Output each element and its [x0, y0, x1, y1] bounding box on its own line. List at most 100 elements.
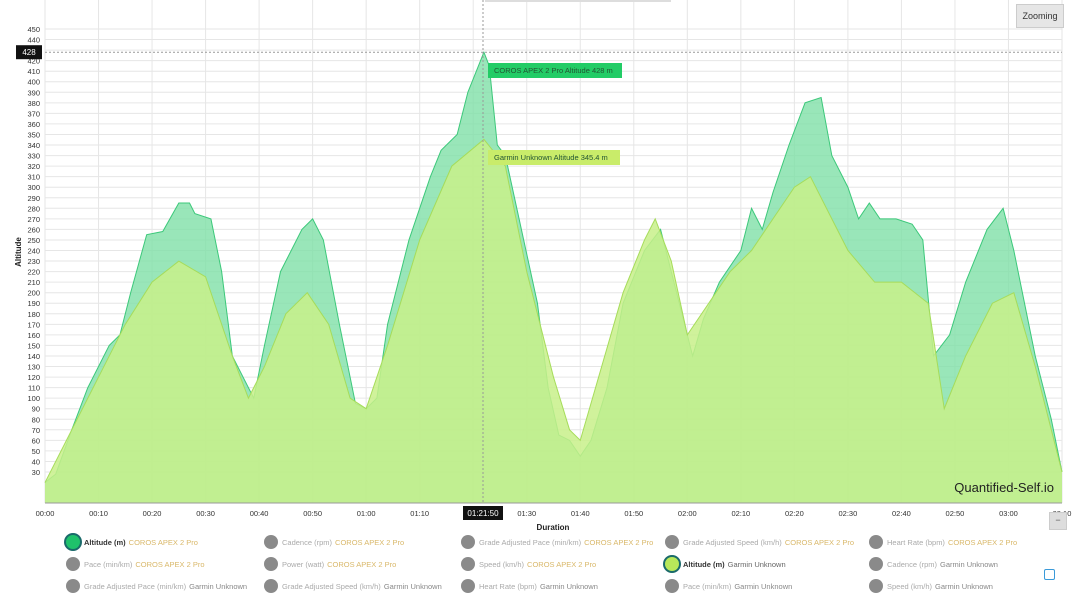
legend-metric: Heart Rate (bpm)	[479, 581, 537, 591]
y-tick-label: 340	[27, 141, 40, 150]
legend-metric: Power (watt)	[282, 559, 325, 569]
y-tick-label: 380	[27, 99, 40, 108]
legend-toggle-icon[interactable]	[665, 579, 679, 593]
watermark: Quantified-Self.io	[954, 480, 1054, 495]
y-tick-label: 290	[27, 194, 40, 203]
legend-item[interactable]: Speed (km/h) Garmin Unknown	[869, 578, 1069, 594]
y-tick-label: 310	[27, 173, 40, 182]
legend-item[interactable]: Grade Adjusted Pace (min/km) COROS APEX 2…	[461, 534, 665, 550]
y-tick-label: 150	[27, 341, 40, 350]
legend-item[interactable]: Grade Adjusted Pace (min/km) Garmin Unkno…	[66, 578, 264, 594]
y-tick-label: 360	[27, 120, 40, 129]
legend-toggle-icon[interactable]	[264, 579, 278, 593]
legend-device: COROS APEX 2 Pro	[527, 559, 597, 569]
legend-toggle-icon[interactable]	[66, 535, 80, 549]
legend: Altitude (m) COROS APEX 2 Pro Cadence (rpm…	[66, 534, 1069, 594]
legend-metric: Altitude (m)	[84, 537, 126, 547]
legend-device: Garmin Unknown	[539, 581, 598, 591]
legend-metric: Cadence (rpm)	[887, 559, 938, 569]
y-tick-label: 300	[27, 183, 40, 192]
y-tick-label: 280	[27, 204, 40, 213]
legend-toggle-icon[interactable]	[869, 535, 883, 549]
legend-metric: Grade Adjusted Speed (km/h)	[683, 537, 782, 547]
legend-item[interactable]: Grade Adjusted Speed (km/h) Garmin Unknow…	[264, 578, 461, 594]
zooming-button[interactable]: Zooming	[1016, 4, 1064, 28]
legend-metric: Altitude (m)	[683, 559, 725, 569]
legend-toggle-icon[interactable]	[66, 579, 80, 593]
y-tick-label: 190	[27, 299, 40, 308]
x-tick-label: 02:30	[839, 509, 858, 518]
legend-toggle-icon[interactable]	[66, 557, 80, 571]
y-tick-label: 350	[27, 130, 40, 139]
y-tick-label: 180	[27, 310, 40, 319]
legend-item[interactable]: Cadence (rpm) Garmin Unknown	[869, 556, 1069, 572]
legend-device: COROS APEX 2 Pro	[947, 537, 1018, 547]
y-tick-label: 100	[27, 394, 40, 403]
legend-item[interactable]: Altitude (m) Garmin Unknown	[665, 556, 869, 572]
y-tick-label: 50	[32, 447, 40, 456]
x-tick-label: 02:00	[678, 509, 697, 518]
x-tick-label: 03:00	[999, 509, 1018, 518]
legend-metric: Cadence (rpm)	[282, 537, 333, 547]
y-tick-label: 250	[27, 236, 40, 245]
legend-metric: Grade Adjusted Pace (min/km)	[479, 537, 582, 547]
legend-toggle-icon[interactable]	[264, 535, 278, 549]
y-tick-label: 160	[27, 331, 40, 340]
y-tick-label: 210	[27, 278, 40, 287]
x-tick-label: 00:40	[250, 509, 269, 518]
tooltip-text: COROS APEX 2 Pro Altitude 428 m	[494, 66, 613, 75]
y-tick-label: 440	[27, 36, 40, 45]
x-axis-title: Duration	[537, 523, 570, 530]
x-tick-label: 01:30	[517, 509, 536, 518]
y-tick-label: 260	[27, 225, 40, 234]
legend-toggle-icon[interactable]	[461, 579, 475, 593]
legend-device: COROS APEX 2 Pro	[784, 537, 855, 547]
x-tick-label: 00:20	[143, 509, 162, 518]
legend-item[interactable]: Altitude (m) COROS APEX 2 Pro	[66, 534, 264, 550]
legend-metric: Speed (km/h)	[479, 559, 525, 569]
y-tick-label: 140	[27, 352, 40, 361]
legend-metric: Speed (km/h)	[887, 581, 933, 591]
y-tick-label: 30	[32, 468, 40, 477]
legend-metric: Grade Adjusted Pace (min/km)	[84, 581, 187, 591]
reset-zoom-button[interactable]: −	[1049, 512, 1067, 530]
legend-device: Garmin Unknown	[383, 581, 442, 591]
y-tick-label: 60	[32, 436, 40, 445]
y-axis-title: Altitude	[14, 237, 23, 267]
y-tick-label: 90	[32, 405, 40, 414]
legend-device: Garmin Unknown	[935, 581, 993, 591]
altitude-chart[interactable]: 30 4050 6070 8090 100110 120130 140 150160 17018…	[0, 0, 1080, 530]
legend-metric: Heart Rate (bpm)	[887, 537, 945, 547]
x-tick-label: 02:40	[892, 509, 911, 518]
y-tick-label: 450	[27, 25, 40, 34]
y-tick-label: 270	[27, 215, 40, 224]
legend-toggle-icon[interactable]	[869, 579, 883, 593]
legend-item[interactable]: Heart Rate (bpm) COROS APEX 2 Pro	[869, 534, 1069, 550]
legend-device: COROS APEX 2 Pro	[327, 559, 397, 569]
legend-toggle-icon[interactable]	[869, 557, 883, 571]
legend-toggle-icon[interactable]	[461, 557, 475, 571]
y-tick-label: 120	[27, 373, 40, 382]
legend-toggle-icon[interactable]	[264, 557, 278, 571]
legend-item[interactable]: Pace (min/km) COROS APEX 2 Pro	[66, 556, 264, 572]
legend-device: COROS APEX 2 Pro	[135, 559, 205, 569]
legend-item[interactable]: Grade Adjusted Speed (km/h) COROS APEX 2 …	[665, 534, 869, 550]
legend-device: COROS APEX 2 Pro	[128, 537, 198, 547]
x-tick-label: 00:10	[89, 509, 108, 518]
legend-item[interactable]: Heart Rate (bpm) Garmin Unknown	[461, 578, 665, 594]
legend-item[interactable]: Power (watt) COROS APEX 2 Pro	[264, 556, 461, 572]
legend-metric: Grade Adjusted Speed (km/h)	[282, 581, 381, 591]
series-area-garmin	[45, 139, 1062, 503]
settings-icon[interactable]	[1044, 569, 1055, 580]
legend-toggle-icon[interactable]	[461, 535, 475, 549]
y-tick-label: 170	[27, 320, 40, 329]
y-tick-label: 110	[28, 384, 40, 393]
legend-item[interactable]: Speed (km/h) COROS APEX 2 Pro	[461, 556, 665, 572]
legend-item[interactable]: Cadence (rpm) COROS APEX 2 Pro	[264, 534, 461, 550]
legend-toggle-icon[interactable]	[665, 535, 679, 549]
legend-device: Garmin Unknown	[734, 581, 793, 591]
y-tick-label: 370	[27, 109, 40, 118]
legend-toggle-icon[interactable]	[665, 557, 679, 571]
x-tick-label: 00:00	[36, 509, 55, 518]
legend-item[interactable]: Pace (min/km) Garmin Unknown	[665, 578, 869, 594]
